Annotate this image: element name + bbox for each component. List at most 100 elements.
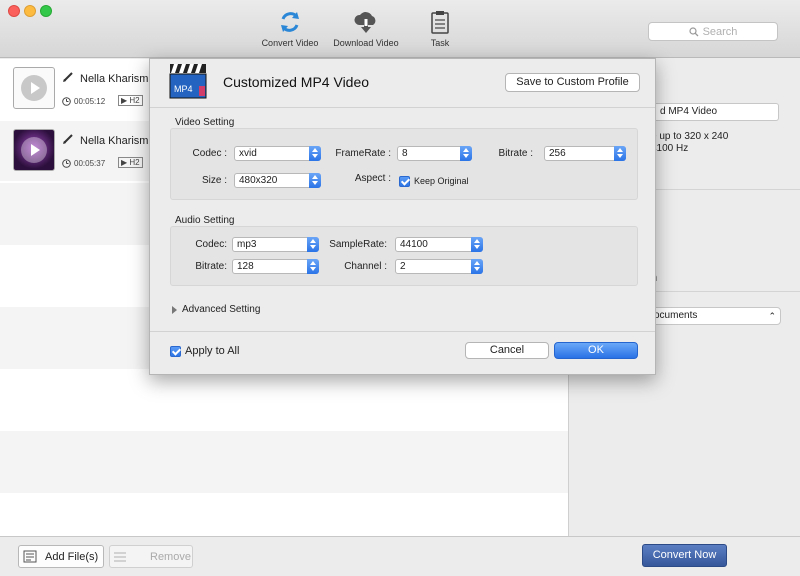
download-video-tab[interactable]: Download Video (330, 10, 402, 48)
video-thumbnail (13, 67, 55, 109)
profile-info-line2: 4100 Hz (651, 143, 689, 154)
size-label: Size : (201, 175, 227, 186)
chevron-updown-icon: ⌃ (768, 311, 776, 321)
output-profile-field[interactable]: d MP4 Video (649, 103, 779, 121)
cloud-download-icon (354, 12, 376, 33)
video-setting-title: Video Setting (175, 117, 235, 128)
chevron-updown-icon (471, 259, 483, 274)
samplerate-select[interactable]: 44100 (395, 237, 483, 252)
window-minimize-button[interactable] (24, 5, 36, 17)
keep-original-label: Keep Original (414, 176, 469, 186)
remove-label: Remove (150, 550, 191, 563)
list-row-bg (0, 431, 568, 493)
clock-icon (62, 97, 71, 106)
convert-video-tab[interactable]: Convert Video (258, 10, 322, 48)
dialog-title: Customized MP4 Video (223, 74, 370, 90)
video-codec-label: Codec : (192, 148, 227, 159)
video-thumbnail (13, 129, 55, 171)
task-tab[interactable]: Task (420, 10, 460, 48)
chevron-updown-icon (309, 173, 321, 188)
apply-to-all-label: Apply to All (185, 345, 240, 357)
edit-pencil-icon[interactable] (62, 71, 74, 83)
clipboard-icon (431, 11, 449, 34)
play-icon (21, 137, 47, 163)
audio-setting-group: Codec: mp3 SampleRate: 44100 Bitrate: 12… (170, 226, 638, 286)
audio-codec-label: Codec: (195, 239, 227, 250)
chevron-updown-icon (471, 237, 483, 252)
disclosure-triangle-icon (172, 305, 177, 314)
codec-badge: ▶ H2 (118, 95, 143, 106)
samplerate-value: 44100 (400, 239, 428, 250)
customize-profile-dialog: MP4 Customized MP4 Video Save to Custom … (149, 58, 656, 375)
search-placeholder: Search (702, 25, 738, 38)
audio-codec-value: mp3 (237, 239, 257, 250)
output-folder-select[interactable]: ocuments ⌃ (649, 307, 781, 325)
divider (150, 331, 655, 332)
chevron-updown-icon (307, 237, 319, 252)
audio-codec-select[interactable]: mp3 (232, 237, 319, 252)
bottom-bar: Add File(s) Remove Convert Now (0, 536, 800, 576)
channel-select[interactable]: 2 (395, 259, 483, 274)
toolbar: Convert Video Download Video Task Search (0, 0, 800, 58)
play-icon (21, 75, 47, 101)
edit-pencil-icon[interactable] (62, 133, 74, 145)
chevron-updown-icon (307, 259, 319, 274)
video-bitrate-select[interactable]: 256 (544, 146, 626, 161)
search-icon (688, 26, 699, 36)
mp4-clapper-icon: MP4 (169, 64, 207, 99)
duration-text: 00:05:12 (74, 97, 106, 106)
apply-to-all-checkbox[interactable] (170, 346, 181, 357)
file-name: Nella Kharisma (80, 73, 155, 85)
window-maximize-button[interactable] (40, 5, 52, 17)
add-files-label: Add File(s) (45, 550, 99, 563)
channel-label: Channel : (344, 261, 387, 272)
advanced-setting-label: Advanced Setting (182, 304, 261, 315)
channel-value: 2 (400, 261, 406, 272)
audio-setting-title: Audio Setting (175, 215, 235, 226)
icon-mp4-text: MP4 (174, 84, 193, 94)
file-name: Nella Kharisma (80, 135, 155, 147)
divider (150, 107, 655, 108)
ok-button[interactable]: OK (554, 342, 638, 359)
chevron-updown-icon (309, 146, 321, 161)
cancel-button[interactable]: Cancel (465, 342, 549, 359)
convert-icon (281, 12, 299, 32)
keep-original-checkbox[interactable] (399, 176, 410, 187)
profile-info-line1: e up to 320 x 240 (651, 131, 729, 142)
remove-button[interactable]: Remove (109, 545, 193, 568)
video-codec-value: xvid (239, 148, 257, 159)
save-custom-profile-button[interactable]: Save to Custom Profile (505, 73, 640, 92)
size-value: 480x320 (239, 175, 278, 186)
advanced-setting-disclosure[interactable]: Advanced Setting (172, 304, 260, 315)
add-files-button[interactable]: Add File(s) (18, 545, 104, 568)
audio-bitrate-select[interactable]: 128 (232, 259, 319, 274)
audio-bitrate-label: Bitrate: (195, 261, 227, 272)
size-select[interactable]: 480x320 (234, 173, 321, 188)
convert-now-button[interactable]: Convert Now (642, 544, 727, 567)
file-duration: 00:05:12 (62, 97, 105, 106)
video-bitrate-label: Bitrate : (498, 148, 533, 159)
codec-text: H2 (129, 96, 140, 105)
chevron-updown-icon (614, 146, 626, 161)
clock-icon (62, 159, 71, 168)
duration-text: 00:05:37 (74, 159, 106, 168)
video-bitrate-value: 256 (549, 148, 566, 159)
video-codec-select[interactable]: xvid (234, 146, 321, 161)
video-setting-group: Codec : xvid FrameRate : 8 Bitrate : 256… (170, 128, 638, 200)
convert-video-label: Convert Video (261, 38, 319, 48)
remove-list-icon (114, 551, 126, 562)
audio-bitrate-value: 128 (237, 261, 254, 272)
add-file-icon (23, 550, 37, 562)
codec-badge: ▶ H2 (118, 157, 143, 168)
output-folder-value: ocuments (654, 310, 698, 321)
file-duration: 00:05:37 (62, 159, 105, 168)
framerate-select[interactable]: 8 (397, 146, 472, 161)
task-label: Task (430, 38, 450, 48)
window-close-button[interactable] (8, 5, 20, 17)
framerate-label: FrameRate : (335, 148, 391, 159)
download-video-label: Download Video (333, 38, 399, 48)
samplerate-label: SampleRate: (329, 239, 387, 250)
chevron-updown-icon (460, 146, 472, 161)
framerate-value: 8 (402, 148, 408, 159)
search-input[interactable]: Search (648, 22, 778, 41)
